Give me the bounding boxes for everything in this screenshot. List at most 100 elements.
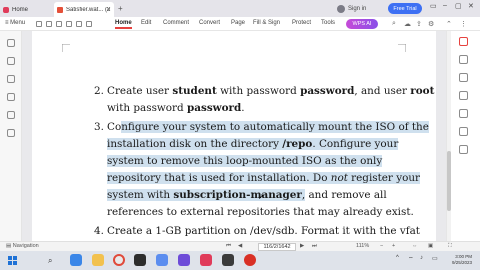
selected-text[interactable]: . Configure your xyxy=(312,138,399,150)
visual-studio-icon[interactable] xyxy=(178,254,190,266)
prev-page-icon[interactable]: ◀ xyxy=(238,243,242,249)
undo-icon[interactable] xyxy=(76,21,82,27)
chevron-up-icon[interactable]: ⌃ xyxy=(446,20,452,28)
preview-icon[interactable] xyxy=(66,21,72,27)
tab-document[interactable]: Satisfier.wat... (2023)(3) ✕ xyxy=(54,2,114,17)
close-window-icon[interactable]: ✕ xyxy=(468,2,474,10)
save-icon[interactable] xyxy=(46,21,52,27)
last-page-icon[interactable]: ⏭ xyxy=(312,243,317,250)
os-taskbar: ⌕ ^ ⌔ ♪ ▭ 3:00 PM 9/25/2023 xyxy=(0,251,480,270)
selected-text[interactable]: installation disk on the directory xyxy=(107,138,283,150)
list-item-3-line-2[interactable]: installation disk on the directory /repo… xyxy=(107,136,399,153)
compress-icon[interactable] xyxy=(459,109,468,118)
selected-text-bold[interactable]: subscription-manager xyxy=(173,189,302,201)
settings-icon[interactable]: ⚙ xyxy=(428,20,434,28)
search-panel-icon[interactable] xyxy=(7,111,15,119)
more-icon[interactable] xyxy=(86,21,92,27)
menu-item-page[interactable]: Page xyxy=(231,20,245,26)
tab-home[interactable]: Home xyxy=(0,2,50,17)
wps-ai-button[interactable]: WPS AI xyxy=(346,19,378,29)
text-run: references to external repositories that… xyxy=(107,206,414,218)
translate-icon[interactable] xyxy=(459,73,468,82)
edit-panel-icon[interactable] xyxy=(459,91,468,100)
print-icon[interactable] xyxy=(56,21,62,27)
menu-label: Menu xyxy=(10,20,26,26)
share-icon[interactable]: ⇪ xyxy=(416,20,422,28)
app-icon-dark[interactable] xyxy=(134,254,146,266)
selected-text[interactable]: system to remove this loop-mounted ISO a… xyxy=(107,155,383,167)
fullscreen-icon[interactable]: ⛶ xyxy=(448,243,452,250)
app-icon-blue[interactable] xyxy=(156,254,168,266)
attachment-icon[interactable] xyxy=(7,93,15,101)
free-trial-button[interactable]: Free Trial xyxy=(388,3,422,14)
zoom-out-icon[interactable]: − xyxy=(380,243,383,249)
maximize-icon[interactable]: ▢ xyxy=(455,2,462,10)
ai-assistant-icon[interactable] xyxy=(459,37,468,46)
windows-start-icon[interactable] xyxy=(8,256,17,265)
help-icon[interactable] xyxy=(459,145,468,154)
list-item-3-line-1[interactable]: 3. Configure your system to automatically… xyxy=(94,119,429,136)
properties-icon[interactable] xyxy=(459,55,468,64)
fit-width-icon[interactable]: ⇔ xyxy=(412,243,418,249)
menu-item-fill-sign[interactable]: Fill & Sign xyxy=(253,20,280,26)
text-run: Create a 1-GB partition on /dev/sdb. For… xyxy=(107,225,420,237)
close-tab-icon[interactable]: ✕ xyxy=(106,6,111,13)
document-view[interactable]: 2. Create user student with password pass… xyxy=(22,31,446,241)
menu-item-tools[interactable]: Tools xyxy=(321,20,335,26)
menu-item-home[interactable]: Home xyxy=(115,20,132,29)
comment-icon[interactable] xyxy=(7,75,15,83)
system-clock[interactable]: 3:00 PM 9/25/2023 xyxy=(452,254,472,266)
zoom-in-icon[interactable]: + xyxy=(392,243,395,249)
list-item-2-line-2: with password password. xyxy=(107,100,245,117)
selected-text[interactable]: system with xyxy=(107,189,174,201)
sign-in-button[interactable]: Sign in xyxy=(337,3,366,14)
avatar-icon xyxy=(337,4,345,13)
tray-chevron-icon[interactable]: ^ xyxy=(396,255,399,261)
selected-text[interactable]: repository that is used for installation… xyxy=(107,172,331,184)
text-run: Co xyxy=(107,121,122,133)
selected-text[interactable]: register your xyxy=(347,172,420,184)
menu-button[interactable]: ≡ Menu xyxy=(5,20,25,26)
new-tab-icon[interactable]: + xyxy=(118,4,123,13)
search-icon[interactable]: ⌕ xyxy=(392,20,396,28)
volume-icon[interactable]: ♪ xyxy=(420,255,423,261)
page-number-input[interactable]: 116/2/1642 xyxy=(258,243,296,251)
scrollbar-thumb[interactable] xyxy=(447,151,451,211)
selected-text[interactable]: nfigure your system to automatically mou… xyxy=(121,121,429,133)
bookmark-icon[interactable] xyxy=(7,57,15,65)
menu-item-edit[interactable]: Edit xyxy=(141,20,151,26)
wps-taskbar-icon[interactable] xyxy=(200,254,212,266)
menu-item-comment[interactable]: Comment xyxy=(163,20,189,26)
cloud-icon[interactable]: ☁ xyxy=(404,20,411,28)
list-item-3-line-4[interactable]: repository that is used for installation… xyxy=(107,170,420,187)
navigation-button[interactable]: ▤ Navigation xyxy=(6,243,39,249)
list-item-3-line-3[interactable]: system to remove this loop-mounted ISO a… xyxy=(107,153,383,170)
file-explorer-icon[interactable] xyxy=(92,254,104,266)
layout-icon[interactable]: ▭ xyxy=(430,2,437,10)
selected-text-bold[interactable]: /repo xyxy=(282,138,313,150)
app-icon-gray[interactable] xyxy=(222,254,234,266)
list-item-3-line-5[interactable]: system with subscription-manager, and re… xyxy=(107,187,387,204)
clock-date: 9/25/2023 xyxy=(452,260,473,265)
tools-panel-icon[interactable] xyxy=(459,127,468,136)
first-page-icon[interactable]: ⏮ xyxy=(226,243,231,250)
selected-text-italic[interactable]: not xyxy=(330,172,348,184)
thumbnail-icon[interactable] xyxy=(7,39,15,47)
chrome-icon[interactable] xyxy=(113,254,125,266)
view-mode-icon[interactable]: ▣ xyxy=(428,243,433,249)
vertical-scrollbar[interactable] xyxy=(447,31,451,241)
tab-label: Satisfier.wat... (2023)(3) xyxy=(66,6,110,13)
battery-icon[interactable]: ▭ xyxy=(432,255,438,262)
menu-item-convert[interactable]: Convert xyxy=(199,20,220,26)
open-file-icon[interactable] xyxy=(36,21,42,27)
more-menu-icon[interactable]: ⋮ xyxy=(460,20,467,28)
next-page-icon[interactable]: ▶ xyxy=(300,243,304,249)
zoom-level[interactable]: 111% xyxy=(356,243,369,249)
layers-icon[interactable] xyxy=(7,129,15,137)
network-icon[interactable]: ⌔ xyxy=(408,255,414,263)
menu-item-protect[interactable]: Protect xyxy=(292,20,311,26)
minimize-icon[interactable]: – xyxy=(443,2,447,9)
media-icon[interactable] xyxy=(244,254,256,266)
search-taskbar-icon[interactable]: ⌕ xyxy=(48,256,52,266)
edge-browser-icon[interactable] xyxy=(70,254,82,266)
